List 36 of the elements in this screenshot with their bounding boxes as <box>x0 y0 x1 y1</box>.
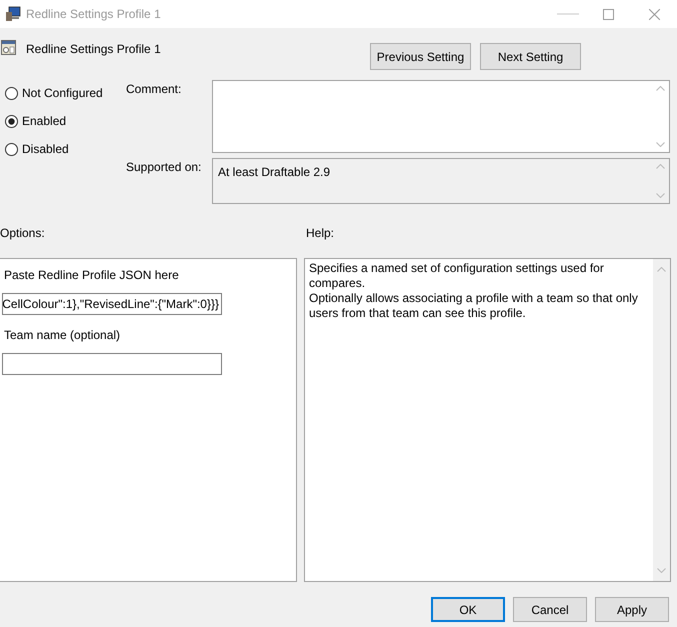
dialog-button[interactable]: Cancel <box>513 597 587 622</box>
nav-button[interactable]: Next Setting <box>480 43 581 70</box>
scroll-down-icon[interactable] <box>657 568 666 573</box>
nav-button[interactable]: Previous Setting <box>370 43 471 70</box>
settings-page-icon <box>1 40 16 55</box>
setting-title: Redline Settings Profile 1 <box>26 41 161 58</box>
scroll-up-icon[interactable] <box>657 267 666 272</box>
scroll-down-icon[interactable] <box>656 193 665 198</box>
window-title: Redline Settings Profile 1 <box>26 6 161 23</box>
help-text: Specifies a named set of configuration settings used for compares. <box>309 261 605 291</box>
radio-button[interactable] <box>5 142 18 156</box>
scroll-up-icon[interactable] <box>656 164 665 169</box>
comment-field[interactable] <box>212 80 670 153</box>
maximize-icon[interactable] <box>603 8 614 20</box>
dialog-button[interactable]: OK <box>431 597 505 622</box>
radio-label[interactable]: Enabled <box>22 112 66 130</box>
scroll-down-icon[interactable] <box>656 142 665 147</box>
minimize-icon[interactable] <box>557 13 579 15</box>
radio-button[interactable] <box>5 114 18 128</box>
supported-on-label: Supported on: <box>126 159 202 176</box>
radio-button[interactable] <box>5 86 18 100</box>
radio-label[interactable]: Not Configured <box>22 84 103 102</box>
help-label: Help: <box>306 225 334 242</box>
radio-label[interactable]: Disabled <box>22 140 69 158</box>
close-icon[interactable] <box>649 8 660 20</box>
dialog-button[interactable]: Apply <box>595 597 669 622</box>
comment-label: Comment: <box>126 81 182 98</box>
computer-icon <box>5 6 21 22</box>
help-text: Optionally allows associating a profile with a team so that only users from that team can see this profile. <box>309 291 639 321</box>
input-field[interactable] <box>2 353 222 375</box>
supported-on-value: At least Draftable 2.9 <box>218 164 330 181</box>
field-label: Paste Redline Profile JSON here <box>4 267 179 284</box>
field-label: Team name (optional) <box>4 327 120 344</box>
options-label: Options: <box>0 225 46 242</box>
input-field[interactable]: CellColour":1},"RevisedLine":{"Mark":0}}} <box>2 293 222 315</box>
scroll-up-icon[interactable] <box>656 86 665 91</box>
